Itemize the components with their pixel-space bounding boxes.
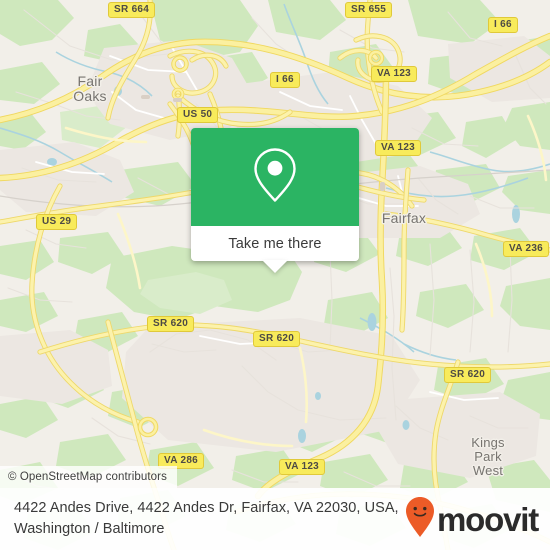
osm-attribution-text: © OpenStreetMap contributors	[8, 471, 167, 483]
map-screenshot-page: .green { fill: #cfe8bd; } .green2 { fill…	[0, 0, 550, 550]
moovit-wordmark: moovit	[437, 500, 539, 538]
moovit-logo[interactable]: moovit	[405, 496, 539, 543]
highway-shield-us-50: US 50	[177, 107, 219, 123]
location-pin-icon	[252, 146, 298, 209]
highway-shield-sr-620-east: SR 620	[444, 367, 492, 383]
highway-shield-va-123-south: VA 123	[279, 459, 326, 475]
card-pin-panel	[191, 128, 359, 226]
take-me-there-label: Take me there	[228, 235, 322, 252]
highway-shield-i-66-right: I 66	[488, 17, 518, 33]
highway-shield-i-66-left: I 66	[270, 72, 300, 88]
osm-attribution[interactable]: © OpenStreetMap contributors	[0, 466, 177, 488]
highway-shield-va-123-mid: VA 123	[375, 140, 422, 156]
highway-shield-va-236: VA 236	[503, 241, 550, 257]
highway-shield-sr-620-west: SR 620	[147, 316, 195, 332]
address-text: 4422 Andes Drive, 4422 Andes Dr, Fairfax…	[14, 498, 405, 540]
take-me-there-card[interactable]: Take me there	[191, 128, 359, 273]
highway-shield-va-123-north: VA 123	[371, 66, 418, 82]
highway-shield-sr-620-mid: SR 620	[253, 331, 301, 347]
highway-shield-us-29: US 29	[36, 214, 78, 230]
card-pointer-tail	[262, 260, 288, 273]
address-line-1: 4422 Andes Drive, 4422 Andes Dr, Fairfax…	[14, 500, 361, 516]
highway-shield-sr-664: SR 664	[108, 2, 156, 18]
map-canvas[interactable]: .green { fill: #cfe8bd; } .green2 { fill…	[0, 0, 550, 550]
moovit-pin-icon	[405, 496, 435, 543]
footer-bar: 4422 Andes Drive, 4422 Andes Dr, Fairfax…	[0, 488, 550, 550]
card-action-panel[interactable]: Take me there	[191, 226, 359, 273]
highway-shield-sr-655: SR 655	[345, 2, 393, 18]
